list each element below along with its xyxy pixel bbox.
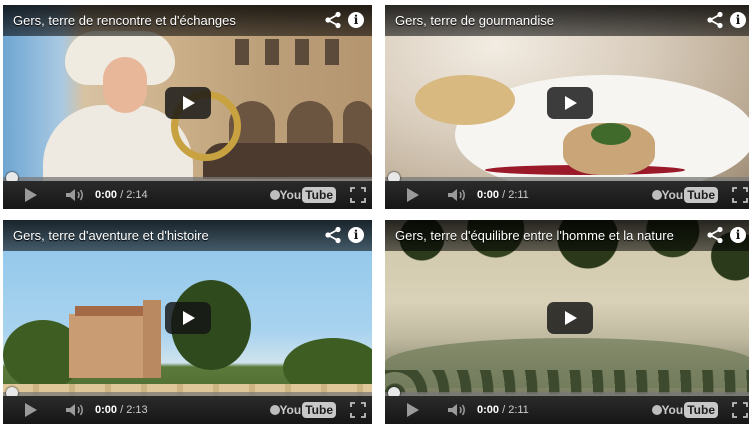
youtube-logo[interactable]: You Tube: [661, 187, 718, 203]
current-time: 0:00: [95, 404, 118, 416]
video-player-4[interactable]: Gers, terre d'équilibre entre l'homme et…: [385, 220, 749, 424]
youtube-logo[interactable]: You Tube: [279, 187, 336, 203]
logo-you: You: [279, 403, 302, 417]
logo-tube: Tube: [302, 187, 336, 203]
logo-you: You: [661, 403, 684, 417]
play-icon: [182, 311, 195, 325]
play-icon: [182, 96, 195, 110]
volume-icon[interactable]: [447, 403, 467, 417]
info-icon[interactable]: i: [730, 227, 746, 243]
info-icon[interactable]: i: [348, 227, 364, 243]
play-button[interactable]: [164, 87, 211, 119]
control-bar: 0:00 / 2:14 You Tube: [3, 181, 372, 209]
volume-icon[interactable]: [65, 188, 85, 202]
video-title-bar: Gers, terre d'équilibre entre l'homme et…: [385, 220, 749, 251]
duration: / 2:11: [502, 189, 529, 201]
video-title-bar: Gers, terre d'aventure et d'histoire i: [3, 220, 372, 251]
scene-herb: [591, 123, 631, 145]
scene-window: [235, 39, 249, 65]
video-title[interactable]: Gers, terre de gourmandise: [395, 12, 554, 29]
time-display: 0:00 / 2:14: [95, 188, 148, 202]
scene-window: [325, 39, 339, 65]
video-title[interactable]: Gers, terre de rencontre et d'échanges: [13, 12, 236, 29]
volume-icon[interactable]: [65, 403, 85, 417]
fullscreen-icon[interactable]: [732, 402, 748, 418]
share-icon[interactable]: [706, 11, 724, 29]
video-player-2[interactable]: Gers, terre de gourmandise i 0:00 / 2:11…: [385, 5, 749, 209]
scene-church: [69, 314, 149, 378]
fullscreen-icon[interactable]: [732, 187, 748, 203]
logo-tube: Tube: [684, 187, 718, 203]
video-player-3[interactable]: Gers, terre d'aventure et d'histoire i 0…: [3, 220, 372, 424]
fullscreen-icon[interactable]: [350, 402, 366, 418]
video-player-1[interactable]: Gers, terre de rencontre et d'échanges i…: [3, 5, 372, 209]
play-icon[interactable]: [25, 403, 37, 417]
logo-tube: Tube: [684, 402, 718, 418]
scene-roof: [75, 306, 145, 316]
scene-treeline: [385, 370, 749, 394]
duration: / 2:13: [120, 404, 148, 416]
play-icon[interactable]: [25, 188, 37, 202]
duration: / 2:11: [502, 404, 529, 416]
current-time: 0:00: [95, 189, 118, 201]
current-time: 0:00: [477, 404, 500, 416]
time-display: 0:00 / 2:13: [95, 403, 148, 417]
volume-icon[interactable]: [447, 188, 467, 202]
scene-tower: [143, 300, 161, 378]
share-icon[interactable]: [706, 226, 724, 244]
logo-you: You: [661, 188, 684, 202]
info-icon[interactable]: i: [348, 12, 364, 28]
fullscreen-icon[interactable]: [350, 187, 366, 203]
play-button[interactable]: [164, 302, 211, 334]
play-icon[interactable]: [407, 188, 419, 202]
control-bar: 0:00 / 2:11 You Tube: [385, 181, 749, 209]
time-display: 0:00 / 2:11: [477, 188, 529, 202]
scene-face: [103, 57, 147, 113]
play-icon: [564, 311, 577, 325]
youtube-logo[interactable]: You Tube: [279, 402, 336, 418]
youtube-logo[interactable]: You Tube: [661, 402, 718, 418]
video-title-bar: Gers, terre de rencontre et d'échanges i: [3, 5, 372, 36]
control-bar: 0:00 / 2:11 You Tube: [385, 396, 749, 424]
play-icon: [564, 96, 577, 110]
scene-food: [415, 75, 515, 125]
video-title[interactable]: Gers, terre d'équilibre entre l'homme et…: [395, 227, 674, 244]
play-button[interactable]: [546, 87, 593, 119]
share-icon[interactable]: [324, 226, 342, 244]
time-display: 0:00 / 2:11: [477, 403, 529, 417]
info-icon[interactable]: i: [730, 12, 746, 28]
scene-window: [265, 39, 279, 65]
current-time: 0:00: [477, 189, 500, 201]
play-button[interactable]: [546, 302, 593, 334]
video-title-bar: Gers, terre de gourmandise i: [385, 5, 749, 36]
logo-tube: Tube: [302, 402, 336, 418]
duration: / 2:14: [120, 189, 148, 201]
control-bar: 0:00 / 2:13 You Tube: [3, 396, 372, 424]
share-icon[interactable]: [324, 11, 342, 29]
logo-you: You: [279, 188, 302, 202]
video-title[interactable]: Gers, terre d'aventure et d'histoire: [13, 227, 209, 244]
play-icon[interactable]: [407, 403, 419, 417]
scene-window: [295, 39, 309, 65]
